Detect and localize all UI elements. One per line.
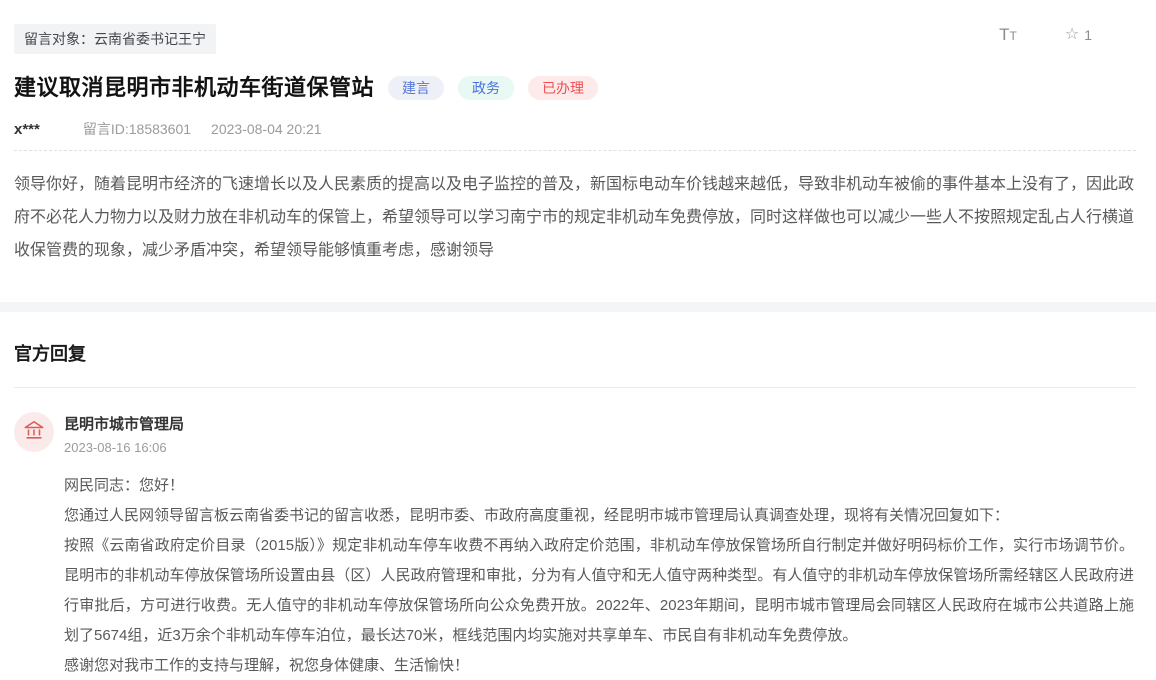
font-size-icon: T xyxy=(999,25,1009,44)
badge-suggestion: 建言 xyxy=(388,76,444,100)
reply-paragraph: 网民同志：您好！ xyxy=(64,471,1134,501)
official-reply-section: 官方回复 昆明市城市管理局 2023-08-16 16:06 xyxy=(14,340,1136,680)
section-divider-band xyxy=(0,302,1156,312)
reply-text: 网民同志：您好！ 您通过人民网领导留言板云南省委书记的留言收悉，昆明市委、市政府… xyxy=(64,471,1134,680)
reply-content: 昆明市城市管理局 2023-08-16 16:06 网民同志：您好！ 您通过人民… xyxy=(64,412,1136,680)
post-title: 建议取消昆明市非机动车街道保管站 xyxy=(14,70,374,102)
badge-government-affairs: 政务 xyxy=(458,76,514,100)
message-target-tag: 留言对象：云南省委书记王宁 xyxy=(14,24,216,54)
agency-name: 昆明市城市管理局 xyxy=(64,412,1134,434)
agency-avatar xyxy=(14,412,54,452)
bank-building-icon xyxy=(23,419,45,446)
reply-paragraph: 您通过人民网领导留言板云南省委书记的留言收悉，昆明市委、市政府高度重视，经昆明市… xyxy=(64,501,1134,531)
page-header: 留言对象：云南省委书记王宁 TT ☆ 1 xyxy=(14,24,1136,54)
font-size-toggle-button[interactable]: TT xyxy=(999,26,1017,44)
title-row: 建议取消昆明市非机动车街道保管站 建言 政务 已办理 xyxy=(14,70,1136,102)
favorite-count: 1 xyxy=(1084,27,1092,43)
message-id: 留言ID:18583601 xyxy=(83,119,191,139)
star-icon: ☆ xyxy=(1065,27,1079,43)
message-body: 领导你好，随着昆明市经济的飞速增长以及人民素质的提高以及电子监控的普及，新国标电… xyxy=(14,168,1136,267)
reply-paragraph: 感谢您对我市工作的支持与理解，祝您身体健康、生活愉快！ xyxy=(64,651,1134,680)
favorite-button[interactable]: ☆ 1 xyxy=(1065,27,1092,43)
reply-date: 2023-08-16 16:06 xyxy=(64,440,1134,455)
reply-paragraph: 按照《云南省政府定价目录（2015版）》规定非机动车停车收费不再纳入政府定价范围… xyxy=(64,531,1134,651)
author-name: x*** xyxy=(14,121,40,138)
dashed-divider xyxy=(14,150,1136,151)
post-date: 2023-08-04 20:21 xyxy=(211,121,322,137)
post-meta-row: x*** 留言ID:18583601 2023-08-04 20:21 xyxy=(14,119,1136,139)
message-detail-page: 留言对象：云南省委书记王宁 TT ☆ 1 建议取消昆明市非机动车街道保管站 建言… xyxy=(0,0,1156,680)
header-actions: TT ☆ 1 xyxy=(999,26,1092,44)
badge-status-handled: 已办理 xyxy=(528,76,598,100)
reply-divider xyxy=(14,387,1136,388)
reply-item: 昆明市城市管理局 2023-08-16 16:06 网民同志：您好！ 您通过人民… xyxy=(14,412,1136,680)
official-reply-heading: 官方回复 xyxy=(14,340,1136,366)
